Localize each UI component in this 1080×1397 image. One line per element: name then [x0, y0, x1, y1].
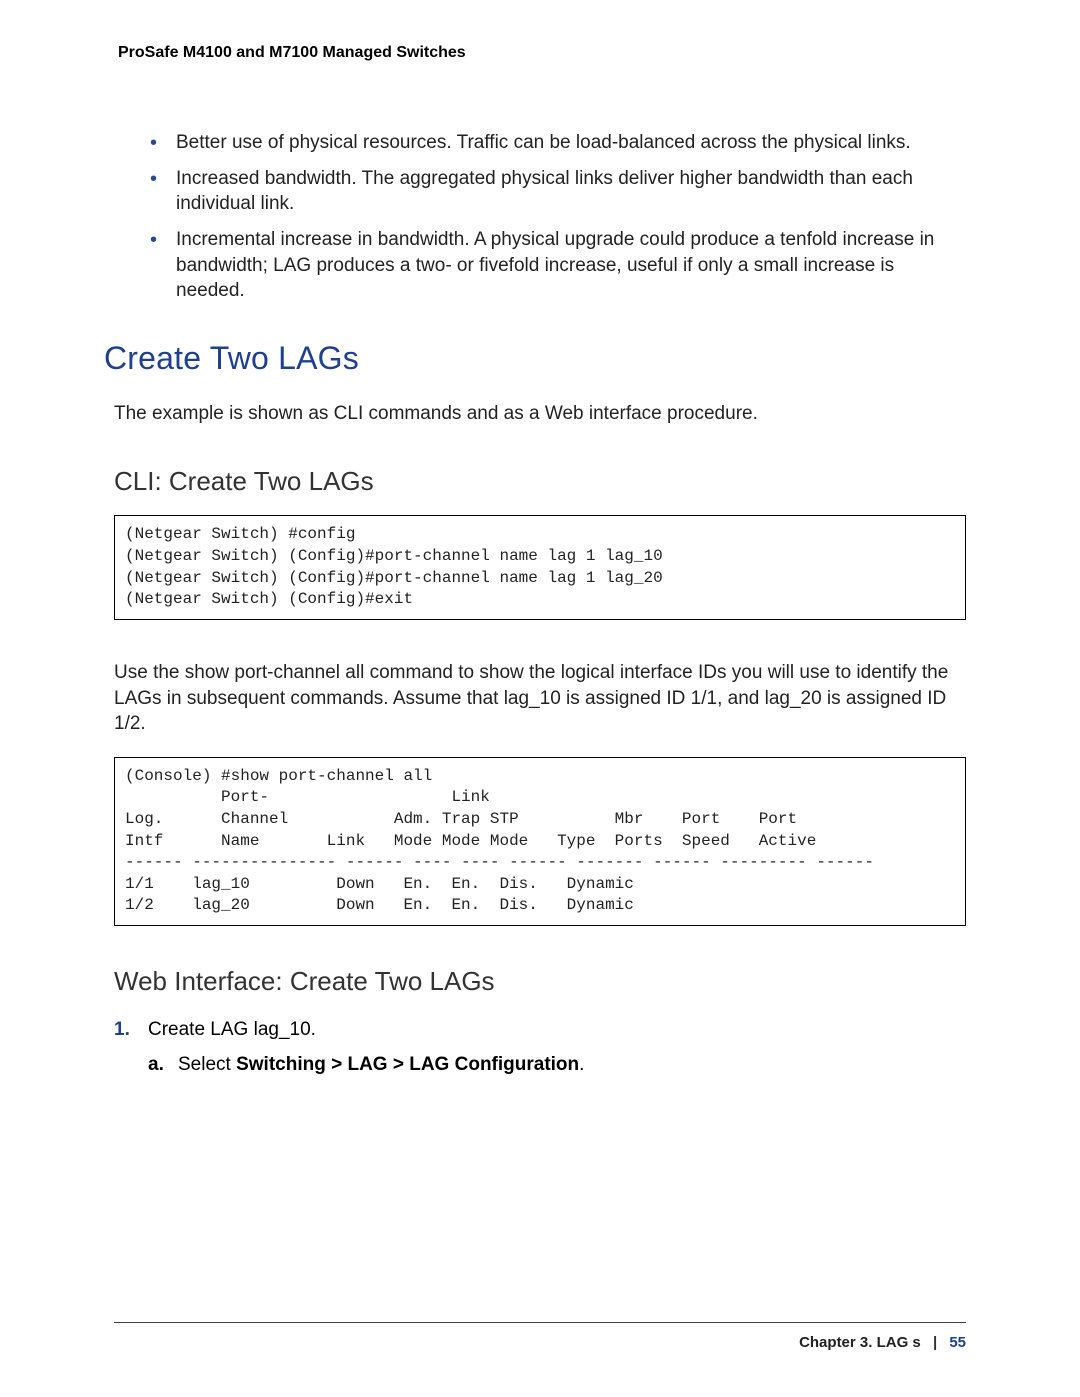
web-steps: Create LAG lag_10. Select Switching > LA…: [114, 1015, 966, 1080]
running-header: ProSafe M4100 and M7100 Managed Switches: [114, 44, 966, 62]
footer-chapter: Chapter 3. LAG s: [799, 1334, 921, 1351]
substep-suffix: .: [579, 1054, 584, 1075]
page-footer: Chapter 3. LAG s | 55: [114, 1322, 966, 1351]
substep-prefix: Select: [178, 1054, 236, 1075]
sub-steps: Select Switching > LAG > LAG Configurati…: [148, 1051, 966, 1080]
code-block-config: (Netgear Switch) #config (Netgear Switch…: [114, 515, 966, 619]
substep-item: Select Switching > LAG > LAG Configurati…: [148, 1051, 966, 1080]
bullet-item: Incremental increase in bandwidth. A phy…: [150, 227, 966, 304]
footer-page-number: 55: [949, 1334, 966, 1351]
intro-bullets: Better use of physical resources. Traffi…: [114, 130, 966, 304]
section-intro: The example is shown as CLI commands and…: [114, 401, 966, 427]
step-item: Create LAG lag_10. Select Switching > LA…: [114, 1015, 966, 1080]
cli-narrative: Use the show port-channel all command to…: [114, 660, 966, 737]
section-heading: Create Two LAGs: [104, 340, 966, 377]
code-block-show: (Console) #show port-channel all Port- L…: [114, 757, 966, 926]
substep-command: Switching > LAG > LAG Configuration: [236, 1054, 579, 1075]
page: ProSafe M4100 and M7100 Managed Switches…: [0, 0, 1080, 1397]
bullet-item: Increased bandwidth. The aggregated phys…: [150, 166, 966, 217]
footer-rule: [114, 1322, 966, 1324]
footer-separator: |: [925, 1334, 945, 1351]
footer-text: Chapter 3. LAG s | 55: [114, 1334, 966, 1351]
step-label: Create LAG lag_10.: [148, 1019, 316, 1040]
web-subheading: Web Interface: Create Two LAGs: [114, 966, 966, 997]
bullet-item: Better use of physical resources. Traffi…: [150, 130, 966, 156]
cli-subheading: CLI: Create Two LAGs: [114, 466, 966, 497]
